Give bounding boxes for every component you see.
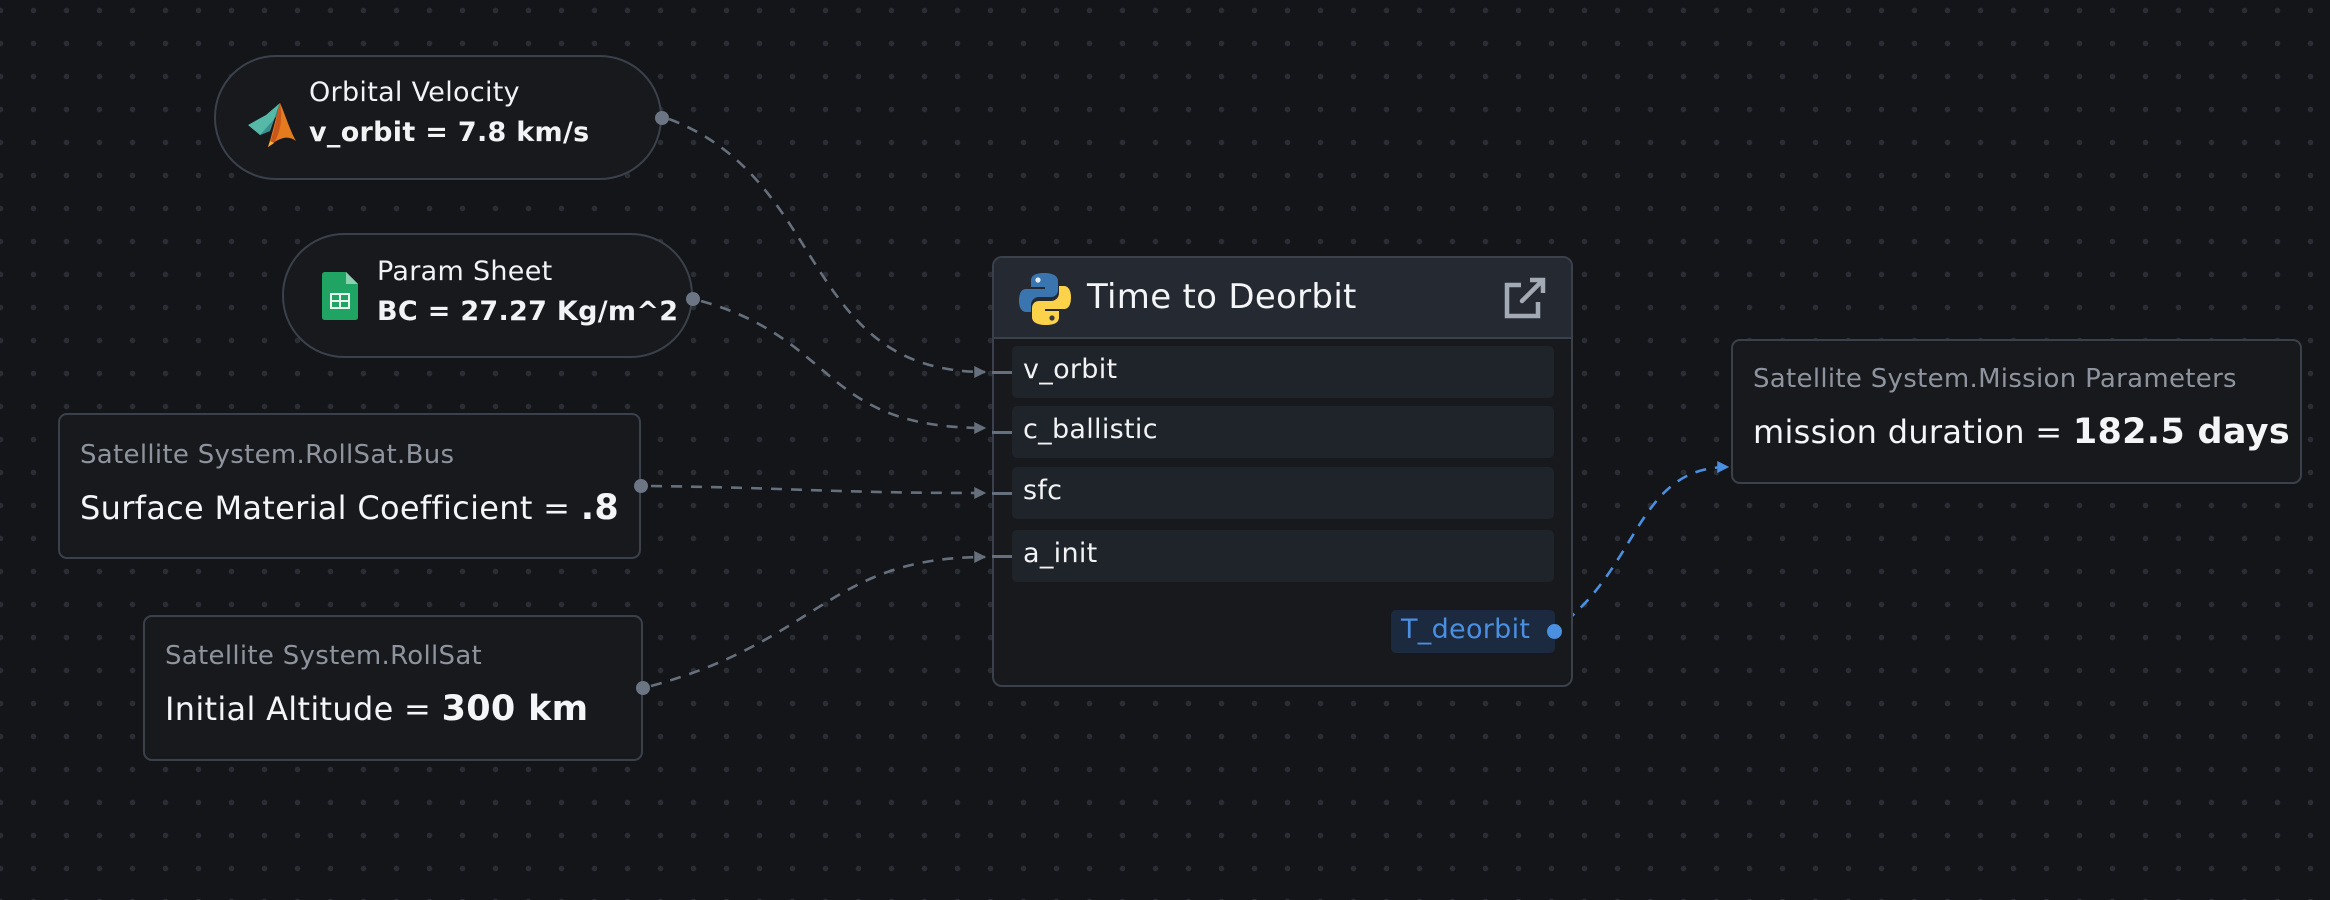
result-value: 182.5 days — [2072, 412, 2290, 452]
input-port[interactable] — [992, 431, 1012, 434]
arg-label: sfc — [1023, 475, 1063, 506]
input-port[interactable] — [992, 555, 1012, 558]
external-link-icon[interactable] — [1503, 276, 1547, 324]
result-label: mission duration = — [1753, 413, 2073, 451]
requirement-node-initial-altitude[interactable]: Satellite System.RollSat Initial Altitud… — [143, 615, 650, 761]
source-title: Param Sheet — [377, 256, 553, 287]
output-port[interactable] — [1547, 624, 1562, 639]
output-arg-t-deorbit[interactable]: T_deorbit — [1391, 610, 1562, 653]
requirement-value: 300 km — [441, 689, 589, 729]
source-value: v_orbit = 7.8 km/s — [309, 117, 590, 148]
edge-t-deorbit-to-mission-duration[interactable] — [1565, 461, 1730, 623]
requirement-statement: Surface Material Coefficient = .8 — [80, 488, 619, 528]
google-sheets-icon — [322, 272, 358, 324]
input-arg-v-orbit[interactable]: v_orbit — [992, 346, 1554, 398]
requirement-label: Surface Material Coefficient = — [80, 489, 581, 527]
input-arg-c-ballistic[interactable]: c_ballistic — [992, 406, 1554, 458]
requirement-path: Satellite System.RollSat.Bus — [80, 440, 455, 470]
arg-label: v_orbit — [1023, 354, 1118, 385]
arg-label: a_init — [1023, 538, 1098, 569]
requirement-label: Initial Altitude = — [165, 690, 442, 728]
source-node-orbital-velocity[interactable]: Orbital Velocity v_orbit = 7.8 km/s — [214, 55, 669, 180]
output-port[interactable] — [686, 292, 700, 306]
edge-orbital-velocity-to-v-orbit[interactable] — [668, 117, 987, 378]
output-label: T_deorbit — [1401, 614, 1531, 645]
source-title: Orbital Velocity — [309, 77, 520, 108]
requirement-path: Satellite System.RollSat — [165, 641, 483, 671]
input-arg-sfc[interactable]: sfc — [992, 467, 1554, 519]
requirement-statement: Initial Altitude = 300 km — [165, 689, 588, 729]
arg-label: c_ballistic — [1023, 414, 1158, 445]
input-port[interactable] — [992, 492, 1012, 495]
edge-initial-altitude-to-a-init[interactable] — [650, 551, 987, 688]
result-node-mission-duration[interactable]: Satellite System.Mission Parameters miss… — [1731, 339, 2302, 484]
input-port[interactable] — [992, 371, 1012, 374]
function-node-time-to-deorbit[interactable]: Time to Deorbit v_orbit c_ballistic sfc … — [992, 256, 1573, 687]
edge-surface-coefficient-to-sfc[interactable] — [650, 484, 987, 499]
requirement-node-surface-coefficient[interactable]: Satellite System.RollSat.Bus Surface Mat… — [58, 413, 648, 559]
output-port[interactable] — [655, 111, 669, 125]
result-statement: mission duration = 182.5 days — [1753, 412, 2290, 452]
matlab-icon — [246, 95, 298, 151]
requirement-value: .8 — [580, 488, 619, 528]
source-value: BC = 27.27 Kg/m^2 — [377, 296, 679, 327]
function-header: Time to Deorbit — [994, 258, 1571, 339]
input-arg-a-init[interactable]: a_init — [992, 530, 1554, 582]
output-port[interactable] — [636, 681, 650, 695]
edge-param-sheet-to-c-ballistic[interactable] — [700, 299, 987, 434]
python-icon — [1018, 271, 1072, 331]
source-node-param-sheet[interactable]: Param Sheet BC = 27.27 Kg/m^2 — [282, 233, 700, 358]
function-title: Time to Deorbit — [1087, 277, 1357, 317]
output-port[interactable] — [634, 479, 648, 493]
result-path: Satellite System.Mission Parameters — [1753, 364, 2237, 394]
